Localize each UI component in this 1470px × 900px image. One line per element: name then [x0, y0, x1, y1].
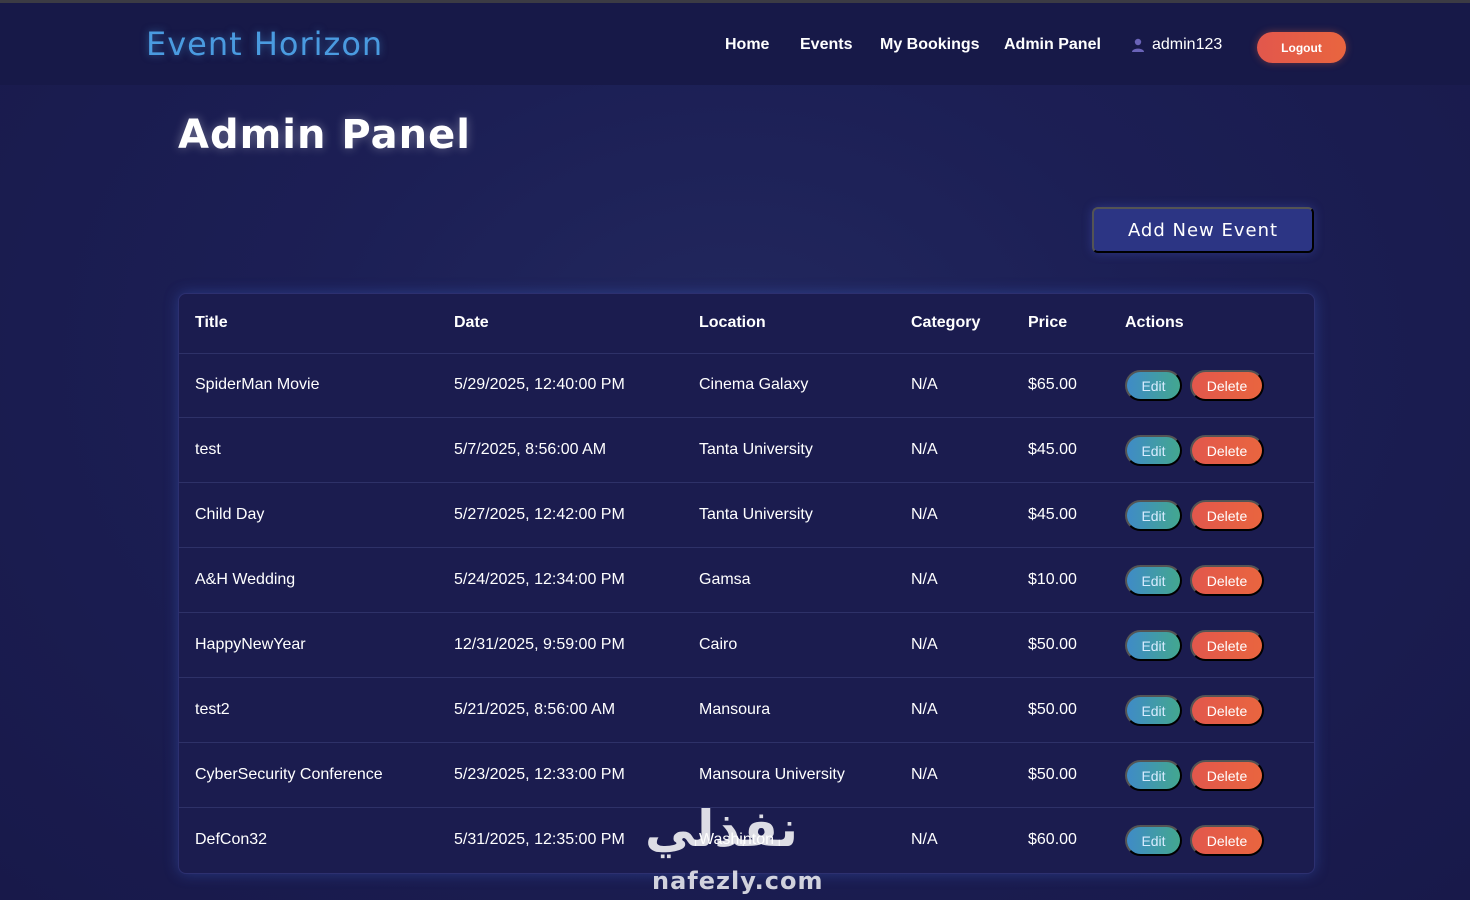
cell-title: HappyNewYear [195, 636, 306, 653]
cell-location: Mansoura University [699, 766, 845, 783]
logout-button[interactable]: Logout [1257, 32, 1346, 63]
delete-button[interactable]: Delete [1190, 630, 1264, 661]
cell-location: Washinton [699, 831, 774, 848]
cell-date: 12/31/2025, 9:59:00 PM [454, 636, 625, 653]
cell-date: 5/23/2025, 12:33:00 PM [454, 766, 625, 783]
cell-category: N/A [911, 766, 938, 783]
table-header-row: Title Date Location Category Price Actio… [179, 294, 1314, 354]
cell-price: $60.00 [1028, 831, 1077, 848]
delete-button[interactable]: Delete [1190, 565, 1264, 596]
cell-date: 5/31/2025, 12:35:00 PM [454, 831, 625, 848]
cell-location: Tanta University [699, 506, 813, 523]
header-date: Date [454, 314, 489, 331]
cell-title: Child Day [195, 506, 265, 523]
nav-link-admin-panel[interactable]: Admin Panel [1004, 36, 1101, 54]
cell-date: 5/7/2025, 8:56:00 AM [454, 441, 607, 458]
cell-title: A&H Wedding [195, 571, 296, 588]
cell-date: 5/27/2025, 12:42:00 PM [454, 506, 625, 523]
table-row: CyberSecurity Conference 5/23/2025, 12:3… [179, 743, 1314, 808]
header-category: Category [911, 314, 981, 331]
table-row: test 5/7/2025, 8:56:00 AM Tanta Universi… [179, 418, 1314, 483]
events-table: Title Date Location Category Price Actio… [178, 293, 1315, 874]
table-row: A&H Wedding 5/24/2025, 12:34:00 PM Gamsa… [179, 548, 1314, 613]
cell-location: Cinema Galaxy [699, 376, 809, 393]
cell-title: CyberSecurity Conference [195, 766, 383, 783]
cell-category: N/A [911, 636, 938, 653]
edit-button[interactable]: Edit [1125, 500, 1182, 531]
header-actions: Actions [1125, 314, 1184, 331]
delete-button[interactable]: Delete [1190, 435, 1264, 466]
cell-price: $50.00 [1028, 766, 1077, 783]
cell-category: N/A [911, 506, 938, 523]
nav-link-events[interactable]: Events [800, 36, 852, 54]
user-icon [1130, 37, 1146, 53]
cell-category: N/A [911, 831, 938, 848]
cell-location: Gamsa [699, 571, 751, 588]
cell-price: $65.00 [1028, 376, 1077, 393]
edit-button[interactable]: Edit [1125, 695, 1182, 726]
page-title: Admin Panel [178, 112, 471, 158]
cell-location: Tanta University [699, 441, 813, 458]
nav-link-home[interactable]: Home [725, 36, 769, 54]
brand-logo[interactable]: Event Horizon [146, 25, 383, 63]
cell-title: SpiderMan Movie [195, 376, 320, 393]
username: admin123 [1152, 36, 1223, 53]
cell-title: test2 [195, 701, 230, 718]
edit-button[interactable]: Edit [1125, 565, 1182, 596]
cell-location: Cairo [699, 636, 738, 653]
header-title: Title [195, 314, 228, 331]
delete-button[interactable]: Delete [1190, 500, 1264, 531]
delete-button[interactable]: Delete [1190, 695, 1264, 726]
table-row: HappyNewYear 12/31/2025, 9:59:00 PM Cair… [179, 613, 1314, 678]
cell-date: 5/21/2025, 8:56:00 AM [454, 701, 616, 718]
edit-button[interactable]: Edit [1125, 370, 1182, 401]
table-row: DefCon32 5/31/2025, 12:35:00 PM Washinto… [179, 808, 1314, 872]
header-location: Location [699, 314, 766, 331]
add-new-event-button[interactable]: Add New Event [1092, 207, 1314, 253]
cell-price: $10.00 [1028, 571, 1077, 588]
edit-button[interactable]: Edit [1125, 825, 1182, 856]
cell-title: DefCon32 [195, 831, 268, 848]
cell-category: N/A [911, 571, 938, 588]
delete-button[interactable]: Delete [1190, 370, 1264, 401]
cell-category: N/A [911, 376, 938, 393]
cell-date: 5/24/2025, 12:34:00 PM [454, 571, 625, 588]
cell-price: $45.00 [1028, 441, 1077, 458]
user-info: admin123 [1130, 36, 1222, 54]
header-price: Price [1028, 314, 1068, 331]
cell-title: test [195, 441, 221, 458]
cell-price: $45.00 [1028, 506, 1077, 523]
edit-button[interactable]: Edit [1125, 760, 1182, 791]
edit-button[interactable]: Edit [1125, 435, 1182, 466]
edit-button[interactable]: Edit [1125, 630, 1182, 661]
table-row: Child Day 5/27/2025, 12:42:00 PM Tanta U… [179, 483, 1314, 548]
delete-button[interactable]: Delete [1190, 760, 1264, 791]
cell-category: N/A [911, 441, 938, 458]
delete-button[interactable]: Delete [1190, 825, 1264, 856]
cell-date: 5/29/2025, 12:40:00 PM [454, 376, 625, 393]
cell-price: $50.00 [1028, 636, 1077, 653]
navbar: Event Horizon Home Events My Bookings Ad… [0, 3, 1470, 85]
table-row: test2 5/21/2025, 8:56:00 AM Mansoura N/A… [179, 678, 1314, 743]
cell-location: Mansoura [699, 701, 771, 718]
cell-category: N/A [911, 701, 938, 718]
table-row: SpiderMan Movie 5/29/2025, 12:40:00 PM C… [179, 353, 1314, 418]
nav-link-my-bookings[interactable]: My Bookings [880, 36, 980, 54]
cell-price: $50.00 [1028, 701, 1077, 718]
